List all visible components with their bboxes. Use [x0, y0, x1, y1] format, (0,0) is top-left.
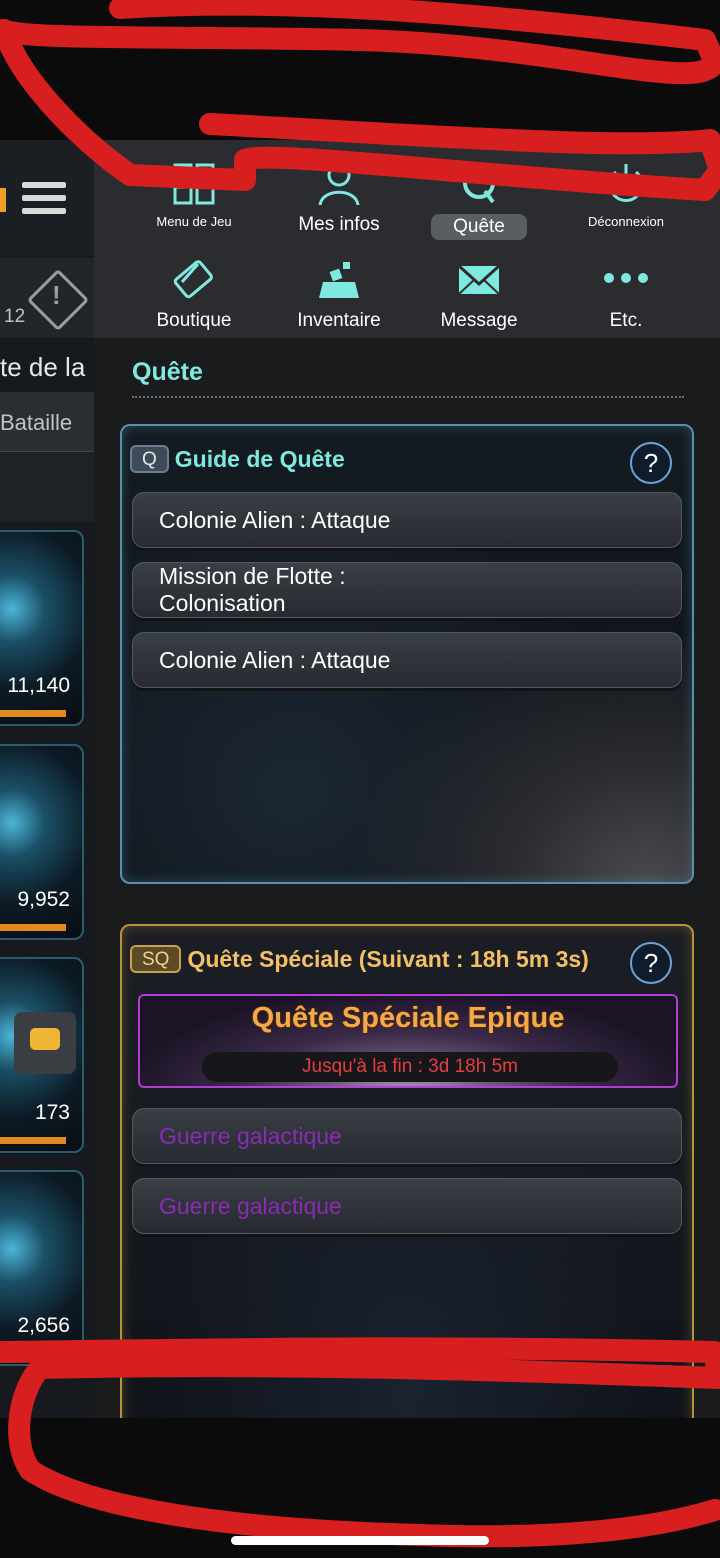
power-icon	[608, 164, 644, 202]
special-quest-row[interactable]: Guerre galactique	[132, 1108, 682, 1164]
envelope-icon	[457, 264, 501, 295]
special-quest-row[interactable]: Guerre galactique	[132, 1178, 682, 1234]
background-card-value: 173	[34, 1101, 70, 1124]
nav-item-etc[interactable]: Etc.	[556, 256, 696, 332]
user-icon	[318, 163, 360, 206]
epic-quest-banner[interactable]: Quête Spéciale Epique Jusqu'à la fin : 3…	[138, 994, 678, 1088]
background-card-bar	[0, 924, 66, 931]
grid-icon	[173, 163, 215, 205]
epic-quest-timer: Jusqu'à la fin : 3d 18h 5m	[202, 1052, 618, 1082]
special-quest-badge: SQ	[130, 945, 182, 973]
help-button[interactable]: ?	[630, 942, 672, 984]
nav-item-deconnexion[interactable]: Déconnexion	[556, 160, 696, 231]
special-quest-header: SQ Quête Spéciale (Suivant : 18h 5m 3s)	[130, 942, 589, 976]
nav-label: Inventaire	[297, 310, 381, 331]
background-card-bar	[0, 1137, 66, 1144]
quest-row[interactable]: Colonie Alien : Attaque	[132, 492, 682, 548]
nav-label: Déconnexion	[588, 214, 664, 229]
chat-icon	[30, 1028, 60, 1050]
nav-label: Etc.	[609, 310, 643, 331]
alert-mark: !	[52, 280, 61, 310]
background-title: te de la	[0, 352, 86, 382]
chat-button[interactable]	[14, 1012, 76, 1074]
nav-item-quete[interactable]: Quête	[409, 160, 549, 240]
quest-row-label: Guerre galactique	[159, 1122, 342, 1149]
background-badge-count: 12	[4, 306, 26, 327]
more-dots-icon	[604, 273, 648, 283]
background-card-bar	[0, 1350, 66, 1357]
background-game-view: ! 12 te de la Bataille 11,140 9,952 173 …	[0, 140, 100, 1418]
background-card-value: 11,140	[7, 674, 70, 697]
special-quest-panel: SQ Quête Spéciale (Suivant : 18h 5m 3s) …	[120, 924, 694, 1418]
nav-label: Mes infos	[298, 214, 380, 235]
nav-label-active: Quête	[431, 214, 527, 240]
quest-row-label: Colonie Alien : Attaque	[159, 646, 391, 673]
quest-row-label: Guerre galactique	[159, 1192, 342, 1219]
title-divider	[132, 396, 684, 398]
nav-item-boutique[interactable]: Boutique	[124, 256, 264, 332]
hamburger-menu-icon[interactable]	[22, 182, 66, 222]
menu-panel: Menu de Jeu Mes infos Quête Déconnexion …	[94, 140, 720, 1418]
background-card[interactable]: 9,952	[0, 744, 84, 940]
nav-item-message[interactable]: Message	[409, 256, 549, 332]
special-quest-title: Quête Spéciale (Suivant : 18h 5m 3s)	[187, 945, 589, 972]
background-card-value: 2,656	[17, 1314, 70, 1337]
quest-guide-title: Guide de Quête	[174, 445, 345, 472]
quest-row-line: Colonisation	[159, 590, 286, 616]
background-card[interactable]: 2,656	[0, 1170, 84, 1366]
background-card-bar	[0, 710, 66, 717]
quest-row[interactable]: Mission de Flotte : Colonisation	[132, 562, 682, 618]
background-indicator	[0, 188, 6, 212]
epic-quest-title: Quête Spéciale Epique	[251, 1002, 565, 1034]
inventory-icon	[319, 262, 359, 298]
nav-label: Message	[440, 310, 518, 331]
nav-item-menu-de-jeu[interactable]: Menu de Jeu	[124, 160, 264, 231]
quest-icon	[463, 167, 495, 204]
nav-label: Menu de Jeu	[156, 214, 232, 229]
quest-badge: Q	[130, 445, 169, 473]
quest-guide-panel: Q Guide de Quête ? Colonie Alien : Attaq…	[120, 424, 694, 884]
background-strip	[0, 452, 100, 522]
quest-row[interactable]: Colonie Alien : Attaque	[132, 632, 682, 688]
nav-item-mes-infos[interactable]: Mes infos	[269, 160, 409, 236]
shop-card-icon	[173, 260, 213, 299]
home-indicator[interactable]	[231, 1536, 489, 1545]
background-card-value: 9,952	[17, 888, 70, 911]
page-title: Quête	[132, 358, 203, 386]
quest-row-line: Mission de Flotte :	[159, 563, 346, 589]
nav-item-inventaire[interactable]: Inventaire	[269, 256, 409, 332]
quest-row-label: Colonie Alien : Attaque	[159, 506, 391, 533]
nav-label: Boutique	[156, 310, 232, 331]
screen: { "background_game": { "badge_count": "1…	[0, 0, 720, 1558]
help-button[interactable]: ?	[630, 442, 672, 484]
quest-row-label: Mission de Flotte : Colonisation	[159, 563, 346, 617]
nav-grid: Menu de Jeu Mes infos Quête Déconnexion …	[94, 140, 720, 338]
background-tab-label: Bataille	[0, 410, 73, 435]
background-card[interactable]: 11,140	[0, 530, 84, 726]
quest-guide-header: Q Guide de Quête	[130, 442, 345, 476]
